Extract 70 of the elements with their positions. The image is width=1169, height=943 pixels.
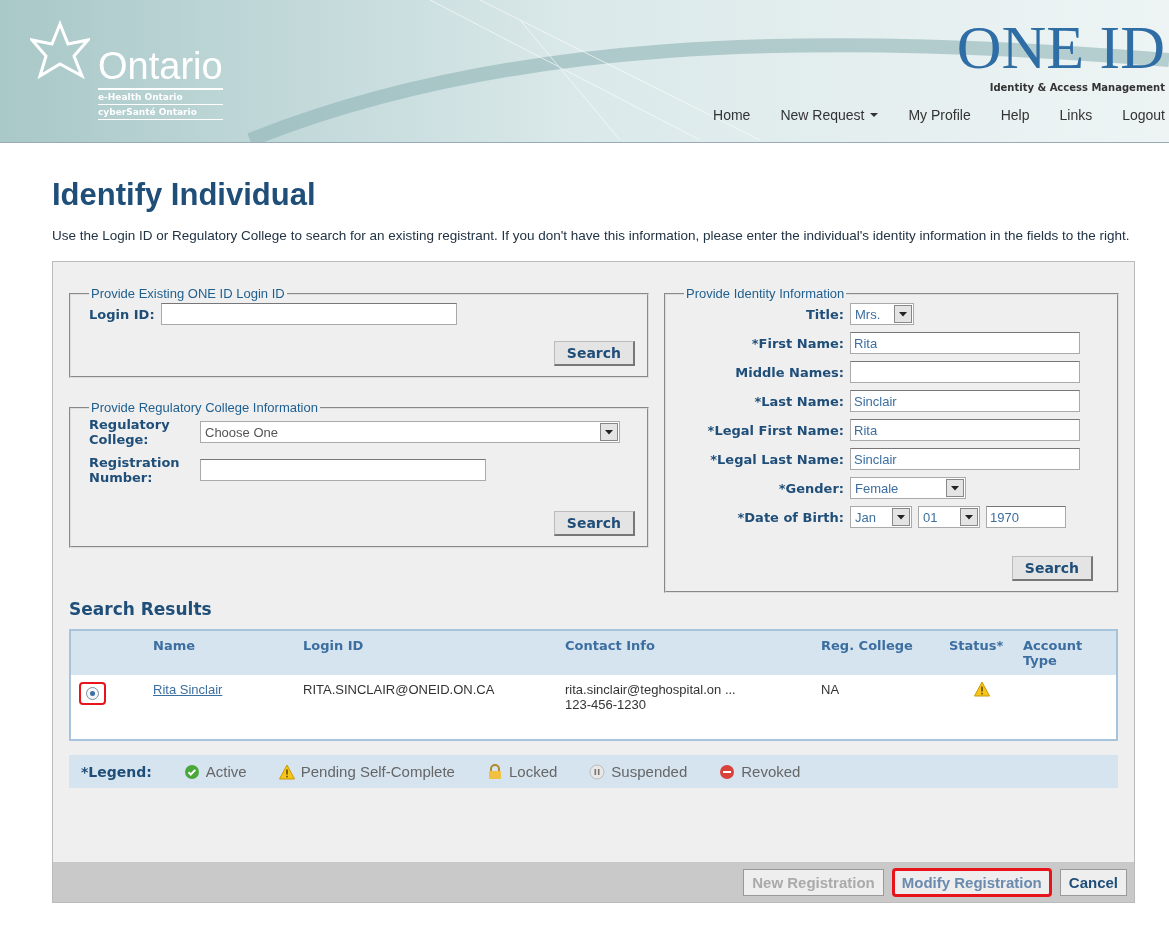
legend-text: Revoked (741, 763, 801, 780)
field-label: Title: (805, 306, 844, 322)
column-header: Status* (948, 637, 1005, 655)
dropdown-field[interactable]: Female (850, 477, 966, 499)
field-label: Regulatory College: (89, 417, 171, 447)
input-field[interactable]: Sinclair (850, 448, 1080, 470)
field-label: Middle Names: (734, 364, 844, 380)
legend-label: *Legend: (81, 763, 152, 780)
legend-text: Locked (508, 763, 558, 780)
table-cell-text: RITA.SINCLAIR@ONEID.ON.CA (302, 681, 496, 699)
column-header: Account Type (1022, 637, 1084, 670)
input-field[interactable] (850, 361, 1080, 383)
group-legend: Provide Identity Information (684, 286, 847, 301)
field-label: Login ID: (89, 306, 155, 322)
nav-link[interactable]: My Profile (908, 107, 971, 123)
input-field[interactable]: 1970 (986, 506, 1066, 528)
brand-name: Ontario (98, 46, 223, 90)
minus-circle-icon (719, 763, 736, 780)
name-link[interactable]: Rita Sinclair (153, 682, 223, 697)
legend-text: Pending Self-Complete (300, 763, 455, 780)
input-field[interactable] (200, 459, 486, 481)
input-field[interactable]: Rita (850, 332, 1080, 354)
input-field[interactable]: Sinclair (850, 390, 1080, 412)
input-field[interactable] (160, 303, 457, 325)
nav-link[interactable]: New Request (780, 107, 879, 123)
nav-link[interactable]: Home (713, 107, 751, 123)
field-label: *Legal First Name: (706, 422, 844, 438)
check-circle-icon (183, 763, 200, 780)
brand-subtitle: e-Health Ontario (98, 90, 223, 105)
product-tagline: Identity & Access Management (989, 82, 1165, 93)
search-button[interactable]: Search (553, 511, 635, 536)
product-logo: ONE ID (956, 16, 1165, 78)
caret-icon (870, 113, 879, 117)
action-button[interactable]: Cancel (1059, 868, 1127, 896)
table-cell-text: 123-456-1230 (565, 697, 647, 712)
field-label: *Legal Last Name: (709, 451, 844, 467)
field-label: Registration Number: (89, 455, 181, 485)
dropdown-field[interactable]: Choose One (200, 421, 620, 443)
dropdown-field[interactable]: Mrs. (850, 303, 914, 325)
legend-text: Suspended (611, 763, 688, 780)
section-heading: Search Results (69, 599, 213, 619)
lock-icon (486, 763, 503, 780)
field-label: *Date of Birth: (736, 509, 844, 525)
warning-icon (278, 763, 295, 780)
nav-link[interactable]: Help (1000, 107, 1030, 123)
action-button[interactable]: Modify Registration (891, 867, 1052, 897)
pause-icon (589, 763, 606, 780)
column-header: Reg. College (820, 637, 914, 655)
dropdown-field[interactable]: Jan (850, 506, 912, 528)
legend-text: Active (205, 763, 247, 780)
field-label: *Last Name: (753, 393, 844, 409)
column-header: Login ID (302, 637, 365, 655)
nav-link[interactable]: Links (1059, 107, 1093, 123)
table-cell-text: NA (820, 681, 841, 699)
column-header: Contact Info (564, 637, 656, 655)
table-cell-text: rita.sinclair@teghospital.on ... (565, 682, 737, 697)
input-field[interactable]: Rita (850, 419, 1080, 441)
dropdown-field[interactable]: 01 (918, 506, 980, 528)
column-header: Name (152, 637, 196, 655)
radio-button[interactable] (86, 687, 99, 700)
brand-subtitle: cyberSanté Ontario (98, 105, 223, 120)
group-legend: Provide Existing ONE ID Login ID (89, 286, 287, 301)
description-text: Use the Login ID or Regulatory College to search for an existing registrant. If you don't have this information, please enter the individual's identity information in the fields to the right. (52, 227, 1131, 245)
group-legend: Provide Regulatory College Information (89, 400, 320, 415)
page-title: Identify Individual (52, 177, 317, 213)
field-label: *First Name: (750, 335, 844, 351)
field-label: *Gender: (777, 480, 844, 496)
search-button[interactable]: Search (1011, 556, 1093, 581)
search-button[interactable]: Search (553, 341, 635, 366)
nav-link[interactable]: Logout (1122, 107, 1165, 123)
